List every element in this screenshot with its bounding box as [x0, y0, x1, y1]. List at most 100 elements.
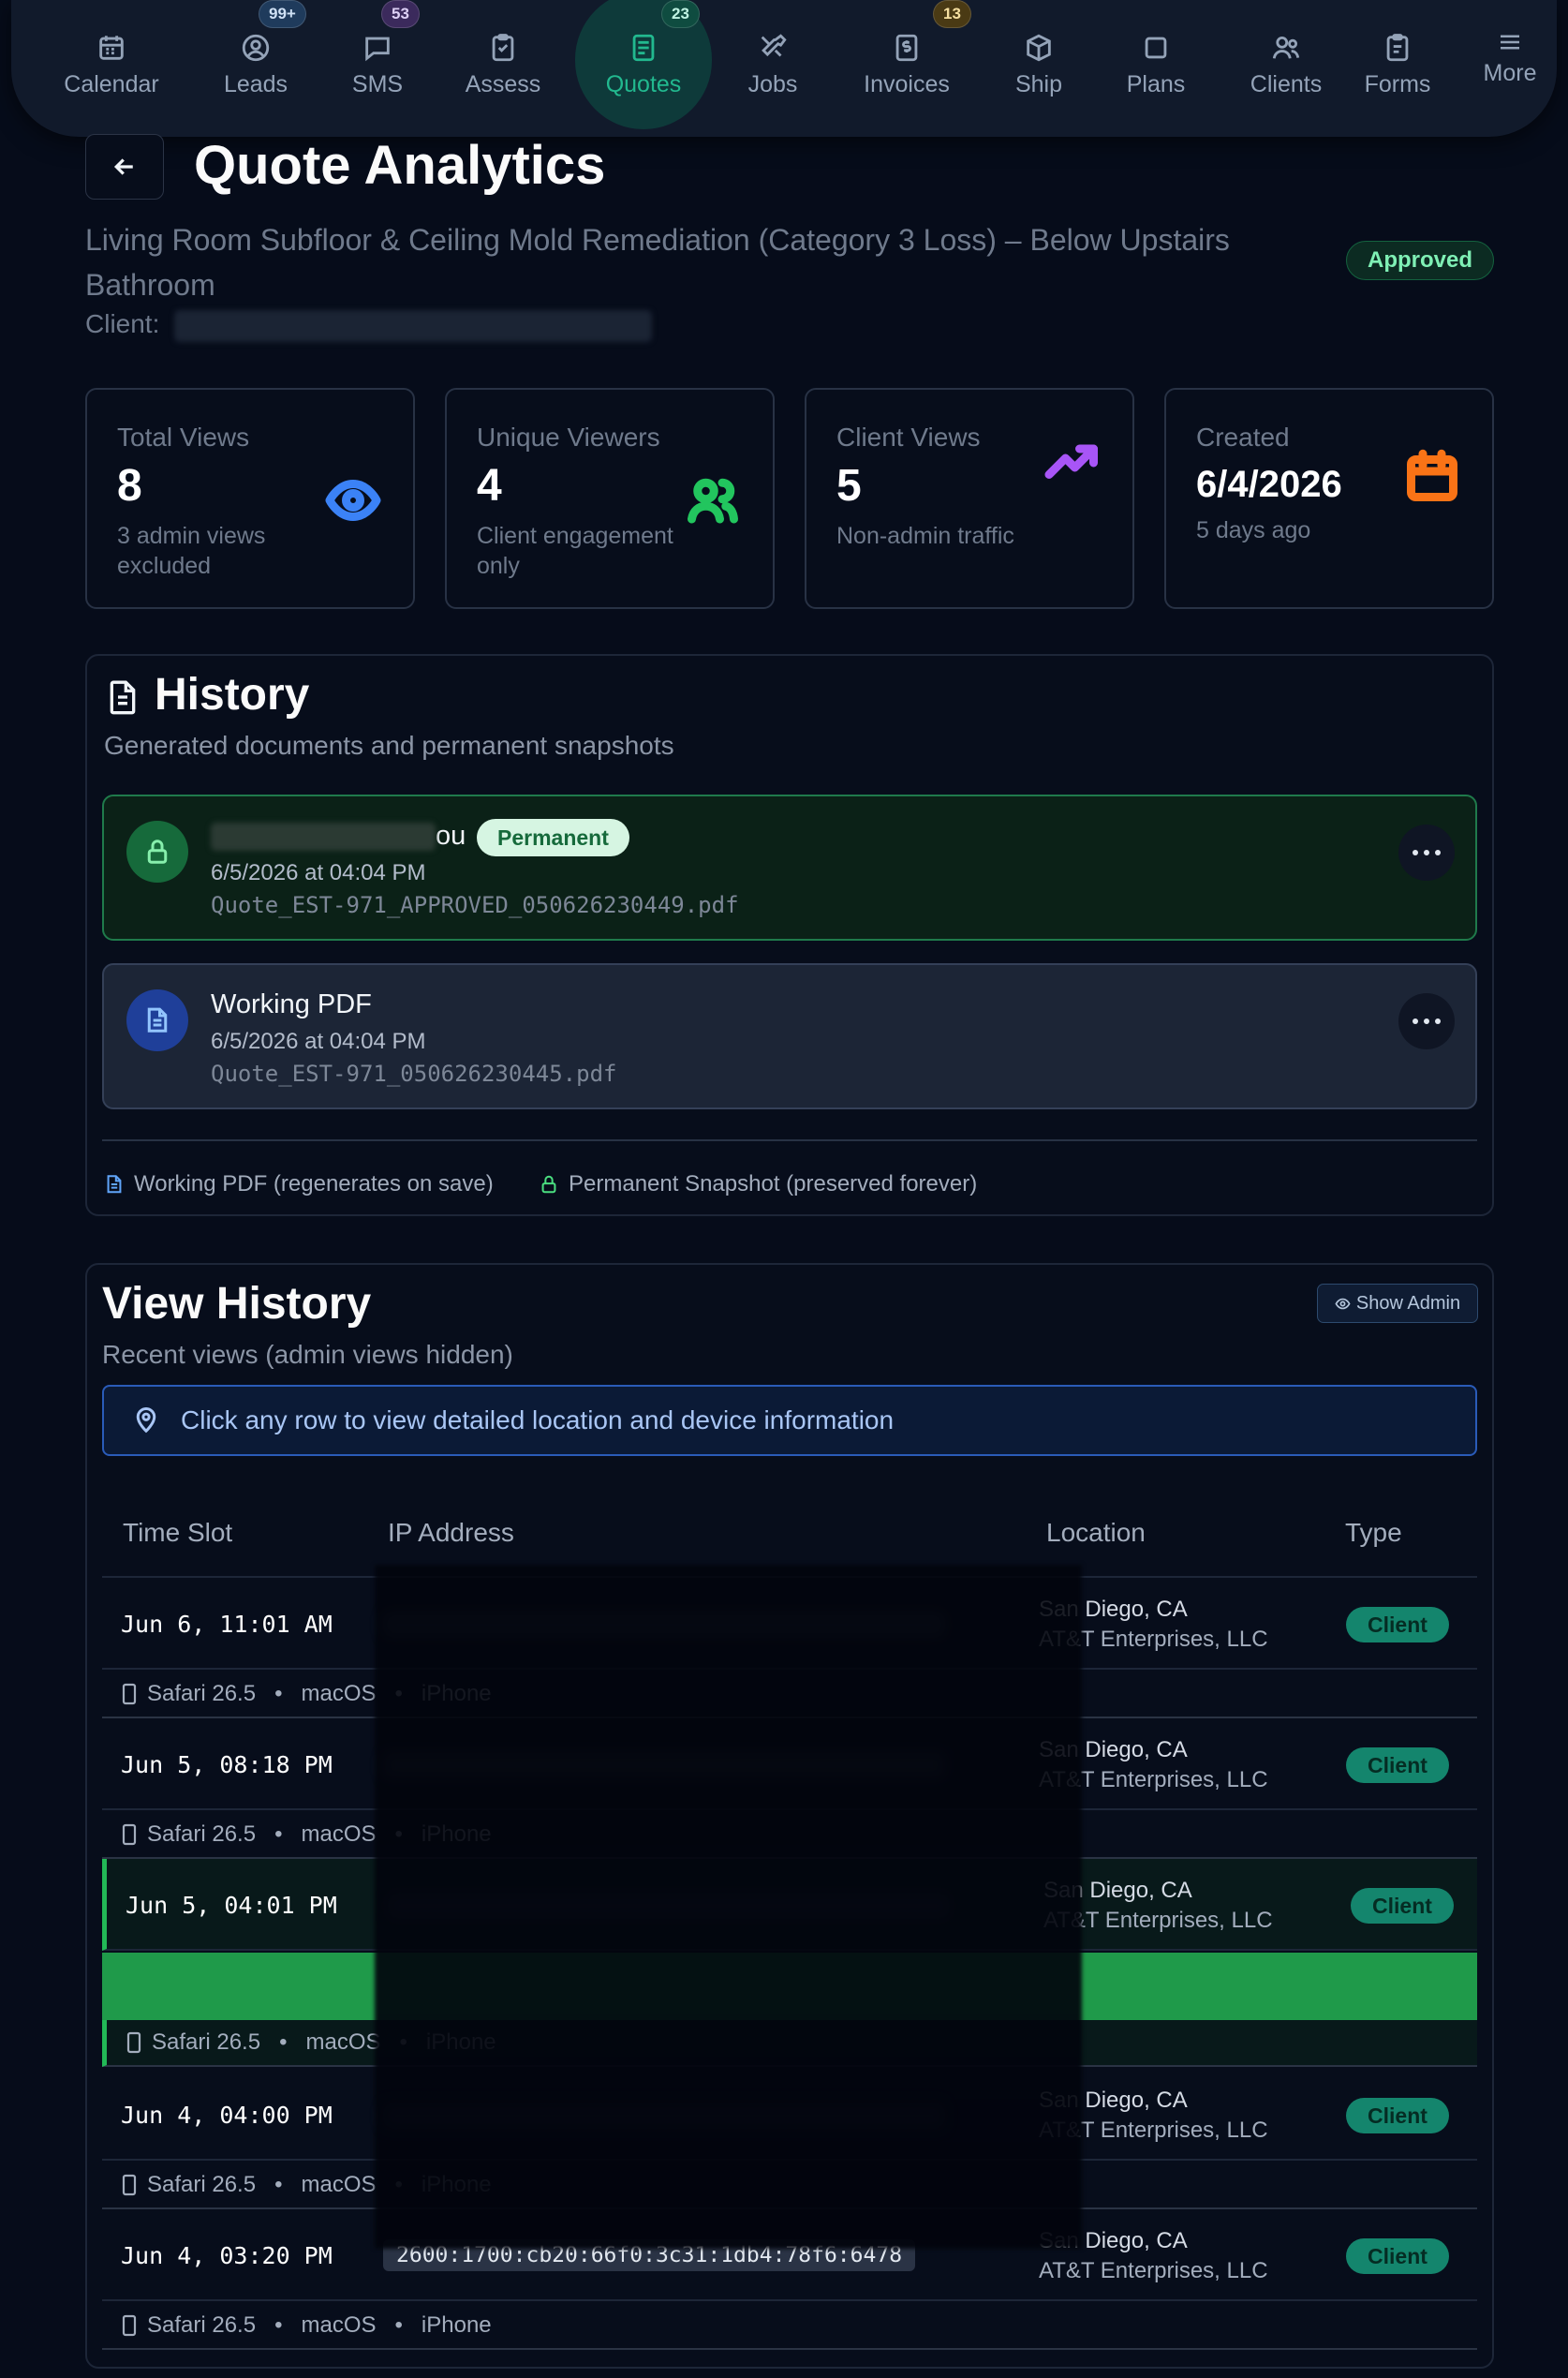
separator-dot: •	[394, 2172, 403, 2197]
nav-label: Jobs	[747, 71, 798, 97]
nav-label: Quotes	[605, 71, 682, 97]
row-location: San Diego, CA AT&T Enterprises, LLC	[1043, 1876, 1273, 1936]
separator-dot: •	[394, 1821, 403, 1847]
row-location: San Diego, CA AT&T Enterprises, LLC	[1039, 1595, 1268, 1655]
nav-plans[interactable]: Plans	[1086, 32, 1226, 107]
lock-avatar	[126, 821, 188, 883]
nav-more[interactable]: More	[1440, 28, 1568, 103]
doc-row-working[interactable]: Working PDF 6/5/2026 at 04:04 PM Quote_E…	[102, 963, 1477, 1109]
selected-detail-bar	[102, 1953, 1477, 2020]
nav-label: Ship	[1014, 71, 1063, 97]
nav-quotes[interactable]: Quotes	[573, 32, 714, 107]
document-icon	[110, 680, 136, 715]
map-pin-icon	[136, 1407, 156, 1434]
user-circle-icon	[242, 34, 270, 62]
row-location: San Diego, CA AT&T Enterprises, LLC	[1039, 2086, 1268, 2146]
row-browser: Safari 26.5	[147, 2312, 257, 2338]
nav-label: Clients	[1250, 71, 1323, 97]
row-isp: AT&T Enterprises, LLC	[1039, 1627, 1268, 1652]
users-icon	[688, 478, 738, 524]
row-device: iPhone	[421, 1821, 492, 1847]
legend-working: Working PDF (regenerates on save)	[104, 1171, 494, 1197]
table-row[interactable]: Jun 4, 03:20 PM 2600:1700:cb20:66f0:3c31…	[102, 2209, 1477, 2350]
row-device: iPhone	[421, 2312, 492, 2338]
stat-sub: 3 admin views excluded	[117, 523, 266, 579]
nav-label: Leads	[223, 71, 288, 97]
ip-redacted	[383, 2103, 945, 2129]
row-os: macOS	[301, 2172, 377, 2197]
doc-more-button[interactable]	[1398, 825, 1455, 881]
stat-card-created: Created 6/4/2026 5 days ago	[1164, 388, 1494, 609]
nav-sms[interactable]: SMS	[307, 32, 448, 107]
nav-leads[interactable]: Leads	[185, 32, 326, 107]
top-nav: Calendar Leads 99+ SMS 53 Assess Quotes …	[11, 0, 1557, 137]
row-browser: Safari 26.5	[152, 2029, 261, 2055]
doc-more-button[interactable]	[1398, 993, 1455, 1049]
stat-label: Unique Viewers	[477, 423, 660, 452]
calendar-icon	[99, 36, 124, 60]
back-button[interactable]	[85, 134, 164, 200]
column-header-location[interactable]: Location	[1046, 1518, 1146, 1548]
table-row[interactable]: Jun 4, 04:00 PM San Diego, CA AT&T Enter…	[102, 2069, 1477, 2209]
column-header-time[interactable]: Time Slot	[123, 1518, 232, 1548]
row-browser: Safari 26.5	[147, 1821, 257, 1847]
nav-assess[interactable]: Assess	[433, 32, 573, 107]
row-location: San Diego, CA AT&T Enterprises, LLC	[1039, 2226, 1268, 2286]
quotes-badge: 23	[661, 0, 700, 28]
row-device-info: Safari 26.5 • macOS • iPhone	[102, 2020, 1477, 2067]
nav-invoices[interactable]: Invoices	[836, 32, 977, 107]
row-time: Jun 4, 04:00 PM	[121, 2102, 333, 2129]
separator-dot: •	[399, 2029, 407, 2055]
view-history-title: View History	[102, 1279, 372, 1329]
form-icon	[1386, 34, 1409, 62]
separator-dot: •	[274, 1681, 283, 1706]
nav-forms[interactable]: Forms	[1351, 32, 1444, 107]
stat-sub: 5 days ago	[1196, 517, 1311, 543]
legend-permanent-label: Permanent Snapshot (preserved forever)	[569, 1171, 978, 1196]
row-main: Jun 4, 03:20 PM 2600:1700:cb20:66f0:3c31…	[102, 2209, 1477, 2301]
row-device-info: Safari 26.5 • macOS • iPhone	[102, 1812, 1477, 1859]
client-line: Client:	[85, 309, 653, 342]
doc-filename: Quote_EST-971_050626230445.pdf	[211, 1061, 617, 1087]
nav-label: Calendar	[64, 71, 159, 97]
column-header-ip[interactable]: IP Address	[388, 1518, 514, 1548]
doc-row-permanent[interactable]: ou Permanent 6/5/2026 at 04:04 PM Quote_…	[102, 795, 1477, 941]
calendar-icon	[1407, 449, 1457, 501]
nav-jobs[interactable]: Jobs	[703, 32, 843, 107]
row-main: Jun 4, 04:00 PM San Diego, CA AT&T Enter…	[102, 2069, 1477, 2161]
show-admin-button[interactable]: Show Admin	[1317, 1284, 1478, 1323]
ip-redacted	[383, 1612, 945, 1638]
table-row[interactable]: Jun 5, 08:18 PM San Diego, CA AT&T Enter…	[102, 1718, 1477, 1859]
row-device: iPhone	[421, 1681, 492, 1706]
row-main: Jun 5, 04:01 PM San Diego, CA AT&T Enter…	[102, 1859, 1477, 1951]
table-row-selected[interactable]: Jun 5, 04:01 PM San Diego, CA AT&T Enter…	[102, 1859, 1477, 2069]
smartphone-icon	[122, 2314, 137, 2337]
table-row[interactable]: Jun 6, 11:01 AM San Diego, CA AT&T Enter…	[102, 1578, 1477, 1718]
menu-icon	[1501, 35, 1519, 50]
row-isp: AT&T Enterprises, LLC	[1039, 2258, 1268, 2283]
doc-title-redacted	[211, 823, 436, 852]
quote-list-icon	[632, 34, 655, 62]
quote-subtitle: Living Room Subfloor & Ceiling Mold Reme…	[85, 223, 1230, 302]
stat-card-unique-viewers: Unique Viewers 4 Client engagement only	[445, 388, 775, 609]
row-isp: AT&T Enterprises, LLC	[1043, 1908, 1273, 1933]
ip-redacted	[388, 1893, 950, 1919]
row-device-info: Safari 26.5 • macOS • iPhone	[102, 2303, 1477, 2350]
history-title: History	[155, 670, 310, 720]
type-badge: Client	[1351, 1888, 1454, 1924]
nav-clients[interactable]: Clients	[1216, 32, 1356, 107]
history-subtitle: Generated documents and permanent snapsh…	[104, 731, 674, 760]
history-divider	[102, 1139, 1477, 1141]
clipboard-icon	[492, 34, 514, 62]
package-icon	[1027, 34, 1051, 62]
stat-card-total-views: Total Views 8 3 admin views excluded	[85, 388, 415, 609]
type-badge: Client	[1346, 1607, 1449, 1642]
smartphone-icon	[122, 1823, 137, 1846]
nav-label: Forms	[1364, 71, 1431, 97]
type-badge: Client	[1346, 2238, 1449, 2274]
row-main: Jun 6, 11:01 AM San Diego, CA AT&T Enter…	[102, 1578, 1477, 1670]
nav-calendar[interactable]: Calendar	[41, 32, 182, 107]
column-header-type[interactable]: Type	[1345, 1518, 1402, 1548]
page-title: Quote Analytics	[194, 135, 606, 196]
nav-label: More	[1483, 60, 1537, 86]
